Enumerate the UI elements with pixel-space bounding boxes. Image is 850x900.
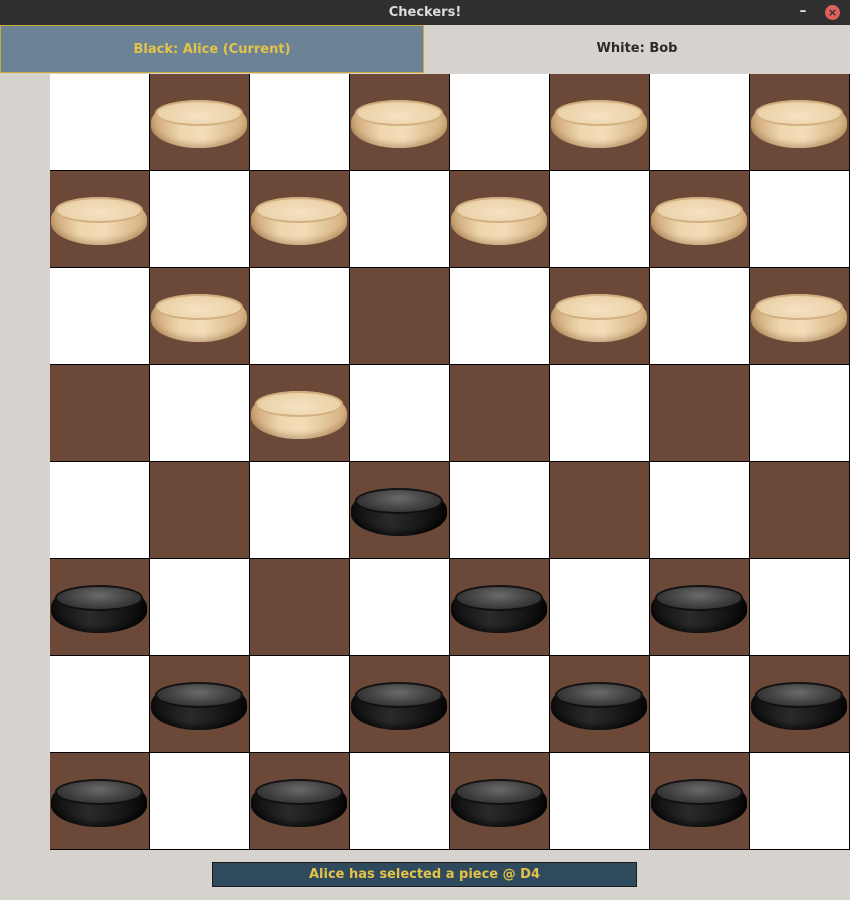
white-checker-piece[interactable]: [751, 294, 847, 342]
white-checker-piece[interactable]: [151, 100, 247, 148]
board-square-h8[interactable]: [750, 74, 850, 171]
player-tab-white: White: Bob: [424, 25, 850, 73]
board-square-c3[interactable]: [250, 559, 350, 656]
board-square-f1: [550, 753, 650, 850]
status-message: Alice has selected a piece @ D4: [212, 862, 637, 887]
board-square-e7[interactable]: [450, 171, 550, 268]
white-checker-piece[interactable]: [251, 391, 347, 439]
board-square-g5[interactable]: [650, 365, 750, 462]
white-checker-piece[interactable]: [451, 197, 547, 245]
black-checker-piece[interactable]: [351, 488, 447, 536]
board-square-a8: [50, 74, 150, 171]
window-titlebar: Checkers! – ×: [0, 0, 850, 25]
board-square-b3: [150, 559, 250, 656]
board-square-h4[interactable]: [750, 462, 850, 559]
white-checker-piece[interactable]: [551, 100, 647, 148]
black-checker-piece[interactable]: [751, 682, 847, 730]
checkers-board: [50, 74, 850, 850]
board-square-c1[interactable]: [250, 753, 350, 850]
board-square-e8: [450, 74, 550, 171]
board-square-e4: [450, 462, 550, 559]
window-title: Checkers!: [388, 5, 462, 20]
board-square-d6[interactable]: [350, 268, 450, 365]
board-square-g1[interactable]: [650, 753, 750, 850]
black-checker-piece[interactable]: [351, 682, 447, 730]
black-checker-piece[interactable]: [451, 779, 547, 827]
board-square-a4: [50, 462, 150, 559]
board-square-e6: [450, 268, 550, 365]
board-square-f8[interactable]: [550, 74, 650, 171]
board-square-g3[interactable]: [650, 559, 750, 656]
board-square-e1[interactable]: [450, 753, 550, 850]
black-checker-piece[interactable]: [551, 682, 647, 730]
board-square-a5[interactable]: [50, 365, 150, 462]
white-checker-piece[interactable]: [551, 294, 647, 342]
white-checker-piece[interactable]: [151, 294, 247, 342]
board-square-e2: [450, 656, 550, 753]
board-square-b6[interactable]: [150, 268, 250, 365]
board-square-b4[interactable]: [150, 462, 250, 559]
board-square-e5[interactable]: [450, 365, 550, 462]
player-tab-black: Black: Alice (Current): [0, 25, 424, 73]
board-square-h5: [750, 365, 850, 462]
board-square-c5[interactable]: [250, 365, 350, 462]
board-square-d7: [350, 171, 450, 268]
board-square-h1: [750, 753, 850, 850]
board-square-b2[interactable]: [150, 656, 250, 753]
board-square-b5: [150, 365, 250, 462]
black-checker-piece[interactable]: [651, 779, 747, 827]
board-square-h7: [750, 171, 850, 268]
board-square-f6[interactable]: [550, 268, 650, 365]
white-checker-piece[interactable]: [751, 100, 847, 148]
board-square-f5: [550, 365, 650, 462]
black-checker-piece[interactable]: [651, 585, 747, 633]
board-square-g8: [650, 74, 750, 171]
black-checker-piece[interactable]: [51, 779, 147, 827]
board-square-g2: [650, 656, 750, 753]
board-square-h6[interactable]: [750, 268, 850, 365]
board-square-c2: [250, 656, 350, 753]
board-square-c8: [250, 74, 350, 171]
board-square-c7[interactable]: [250, 171, 350, 268]
white-checker-piece[interactable]: [651, 197, 747, 245]
minimize-button[interactable]: –: [796, 2, 810, 22]
board-square-g6: [650, 268, 750, 365]
board-square-h3: [750, 559, 850, 656]
black-checker-piece[interactable]: [151, 682, 247, 730]
board-square-a1[interactable]: [50, 753, 150, 850]
board-square-d5: [350, 365, 450, 462]
board-square-b7: [150, 171, 250, 268]
board-square-c4: [250, 462, 350, 559]
board-square-a6: [50, 268, 150, 365]
board-square-f4[interactable]: [550, 462, 650, 559]
board-square-b1: [150, 753, 250, 850]
white-checker-piece[interactable]: [51, 197, 147, 245]
board-square-g4: [650, 462, 750, 559]
board-square-g7[interactable]: [650, 171, 750, 268]
board-square-a2: [50, 656, 150, 753]
black-checker-piece[interactable]: [451, 585, 547, 633]
board-square-c6: [250, 268, 350, 365]
board-square-f2[interactable]: [550, 656, 650, 753]
board-square-d8[interactable]: [350, 74, 450, 171]
board-square-d4[interactable]: [350, 462, 450, 559]
black-checker-piece[interactable]: [51, 585, 147, 633]
close-button[interactable]: ×: [825, 5, 840, 20]
board-square-h2[interactable]: [750, 656, 850, 753]
board-square-f7: [550, 171, 650, 268]
white-checker-piece[interactable]: [251, 197, 347, 245]
board-square-d3: [350, 559, 450, 656]
board-square-d2[interactable]: [350, 656, 450, 753]
board-square-a3[interactable]: [50, 559, 150, 656]
black-checker-piece[interactable]: [251, 779, 347, 827]
board-square-d1: [350, 753, 450, 850]
white-checker-piece[interactable]: [351, 100, 447, 148]
board-square-e3[interactable]: [450, 559, 550, 656]
board-square-f3: [550, 559, 650, 656]
board-square-b8[interactable]: [150, 74, 250, 171]
board-square-a7[interactable]: [50, 171, 150, 268]
